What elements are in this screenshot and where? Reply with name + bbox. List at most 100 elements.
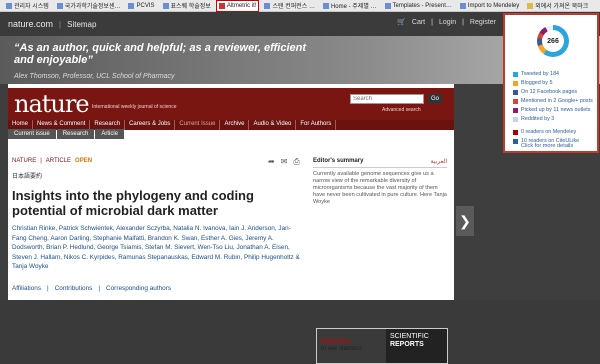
nav-careers[interactable]: Careers & Jobs xyxy=(125,120,176,130)
bookmark-conference[interactable]: 스탠 컨퍼런스 … xyxy=(262,1,316,11)
next-article-arrow-icon[interactable]: ❯ xyxy=(456,206,474,236)
arabic-link[interactable]: العربية xyxy=(431,158,447,165)
breadcrumb-research[interactable]: Research xyxy=(56,129,95,139)
bookmark-templates[interactable]: Templates - Present… xyxy=(383,1,454,11)
stat-row: Picked up by 11 news outlets xyxy=(513,106,593,115)
banner-attribution: Alex Thomson, Professor, UCL School of P… xyxy=(14,73,175,80)
breadcrumb-article[interactable]: Article xyxy=(95,129,125,139)
tagline: International weekly journal of science xyxy=(92,104,177,110)
folder-icon xyxy=(527,2,534,9)
stat-row: Mentioned in 2 Google+ posts xyxy=(513,97,593,106)
bookmark-icon xyxy=(56,2,63,9)
author-list[interactable]: Christian Rinke, Patrick Schwientek, Ale… xyxy=(12,224,302,272)
google-plus-icon xyxy=(513,99,518,104)
mendeley-icon xyxy=(513,130,518,135)
search-input[interactable] xyxy=(350,94,424,104)
blog-icon xyxy=(513,81,518,86)
ad-text: Click here to see statistics xyxy=(317,329,386,363)
separator: | xyxy=(98,285,101,292)
separator: | xyxy=(59,19,62,29)
bookmark-academic[interactable]: 표스퀘 학술정보 xyxy=(161,1,213,11)
article-tools: ➦ ✉ ⎙ xyxy=(268,157,300,167)
altmetric-score: 266 xyxy=(542,30,564,52)
ad-click-here: Click here xyxy=(321,339,350,345)
bookmark-icon xyxy=(162,2,169,9)
account-links: 🛒 Cart | Login | Register xyxy=(397,18,496,27)
nav-audio-video[interactable]: Audio & Video xyxy=(249,120,297,130)
reader-row: 0 readers on Mendeley xyxy=(513,128,593,137)
article-title: Insights into the phylogeny and coding p… xyxy=(12,188,254,218)
breadcrumb: Current issue Research Article xyxy=(8,129,125,139)
twitter-icon xyxy=(513,72,518,77)
altmetric-stats: Tweeted by 184 Blogged by 5 On 12 Facebo… xyxy=(513,70,593,146)
open-access-badge: OPEN xyxy=(75,158,93,164)
nav-for-authors[interactable]: For Authors xyxy=(296,120,337,130)
corresponding-authors-link[interactable]: Corresponding authors xyxy=(106,285,171,292)
reddit-icon xyxy=(513,117,518,122)
advanced-search-link[interactable]: Advanced search xyxy=(382,107,421,113)
ad-brand-line2: REPORTS xyxy=(389,341,424,348)
share-icon[interactable]: ➦ xyxy=(268,157,275,167)
ad-subtext: to see statistics xyxy=(321,346,363,352)
print-icon[interactable]: ⎙ xyxy=(293,157,299,167)
summary-header: Editor's summary العربية xyxy=(313,158,447,168)
bookmark-icon xyxy=(264,2,271,9)
bookmark-altmetric[interactable]: Altmetric it! xyxy=(215,0,260,12)
stat-row: Blogged by 5 xyxy=(513,79,593,88)
bookmark-pcvis[interactable]: PCVIS xyxy=(126,1,156,11)
email-icon[interactable]: ✉ xyxy=(281,157,288,167)
citeulike-icon xyxy=(513,139,518,144)
scientific-reports-ad[interactable]: Click here to see statistics SCIENTIFIC RE… xyxy=(316,328,448,364)
bookmark-ndsl[interactable]: 국가과학기술정보센… xyxy=(55,1,123,11)
bookmarks-bar: 관리자 시스템 국가과학기술정보센… PCVIS 표스퀘 학술정보 Altmet… xyxy=(0,0,600,12)
bookmark-icon xyxy=(384,2,391,9)
sitemap-link[interactable]: Sitemap xyxy=(67,20,96,29)
article-type: ARTICLE xyxy=(45,158,72,164)
summary-heading: Editor's summary xyxy=(313,158,364,164)
altmetric-icon xyxy=(218,2,225,9)
altmetric-donut-icon[interactable]: 266 xyxy=(537,25,569,57)
separator: | xyxy=(40,158,42,164)
bookmark-folder[interactable]: 외에서 가져온 북마크 xyxy=(525,1,590,11)
ad-brand-line1: SCIENTIFIC xyxy=(389,333,429,340)
editors-summary: Editor's summary العربية Currently avail… xyxy=(313,158,447,206)
ad-brand: SCIENTIFIC REPORTS xyxy=(385,329,447,363)
bookmark-mendeley[interactable]: Import to Mendeley xyxy=(458,1,521,11)
summary-text: Currently available genome sequences giv… xyxy=(313,171,447,205)
separator: | xyxy=(47,285,49,292)
bookmark-icon xyxy=(322,2,329,9)
bookmark-icon xyxy=(128,2,135,9)
bookmark-icon xyxy=(6,2,12,9)
banner-quote: “As an author, quick and helpful; as a r… xyxy=(14,42,306,66)
altmetric-popup: 266 Tweeted by 184 Blogged by 5 On 12 Fa… xyxy=(503,13,599,153)
cart-link[interactable]: Cart xyxy=(412,19,425,26)
japanese-summary-link[interactable]: 日本語要約 xyxy=(12,171,42,180)
separator: | xyxy=(431,18,433,26)
register-link[interactable]: Register xyxy=(470,19,496,26)
journal-label: NATURE xyxy=(12,158,37,164)
search-go-button[interactable]: Go xyxy=(428,94,442,104)
content-panel: nature International weekly journal of s… xyxy=(8,84,454,364)
nav-current-issue[interactable]: Current Issue xyxy=(175,120,221,130)
affiliations-link[interactable]: Affiliations xyxy=(12,285,41,292)
breadcrumb-current-issue[interactable]: Current issue xyxy=(8,129,56,139)
facebook-icon xyxy=(513,90,518,95)
stat-row: Tweeted by 184 xyxy=(513,70,593,79)
nature-logo[interactable]: nature xyxy=(14,90,90,118)
nav-archive[interactable]: Archive xyxy=(220,120,250,130)
masthead: nature International weekly journal of s… xyxy=(8,88,454,130)
bookmark-home[interactable]: Home - 주제별 … xyxy=(321,1,379,11)
site-name-link[interactable]: nature.com xyxy=(8,19,53,29)
contributions-link[interactable]: Contributions xyxy=(55,285,93,292)
more-details-link[interactable]: Click for more details xyxy=(521,143,573,149)
article-meta: NATURE | ARTICLE OPEN xyxy=(12,158,92,164)
login-link[interactable]: Login xyxy=(439,19,456,26)
separator: | xyxy=(462,18,464,26)
stat-row: On 12 Facebook pages xyxy=(513,88,593,97)
cart-icon: 🛒 xyxy=(397,19,406,26)
bookmark-icon xyxy=(459,2,466,9)
stat-row: Reddited by 3 xyxy=(513,115,593,124)
news-icon xyxy=(513,108,518,113)
author-info-links: Affiliations | Contributions | Correspon… xyxy=(12,285,171,292)
bookmark-admin[interactable]: 관리자 시스템 xyxy=(4,1,51,11)
